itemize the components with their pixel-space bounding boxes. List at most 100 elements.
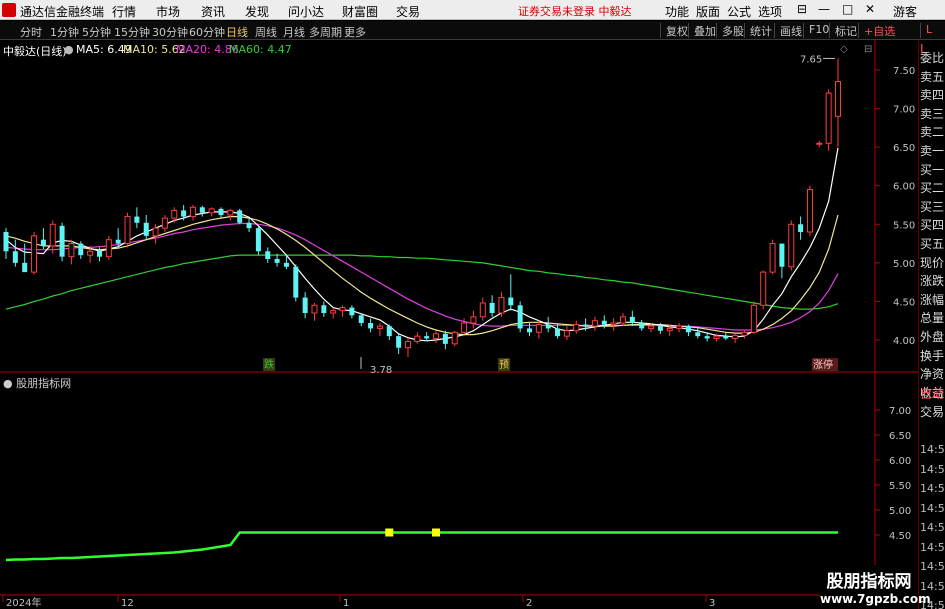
candle <box>124 212 131 248</box>
menu-item-function[interactable]: 功能 <box>665 3 689 20</box>
candle-body <box>255 228 261 252</box>
quote-row-bid-5: 买五 <box>920 237 945 251</box>
candle-body <box>12 251 18 263</box>
close-icon[interactable]: ✕ <box>865 2 875 16</box>
candle <box>134 207 140 229</box>
date-label: 2 <box>526 598 532 609</box>
candle <box>619 313 626 327</box>
price-tick-label: 5.00 <box>893 259 915 270</box>
menu-item-layout[interactable]: 版面 <box>696 3 720 20</box>
f10-button[interactable]: F10 <box>803 23 829 38</box>
candle <box>573 320 580 334</box>
indicator-tick-label: 6.50 <box>889 431 911 442</box>
menu-item-discover[interactable]: 发现 <box>245 3 269 20</box>
candle-body <box>189 206 196 218</box>
quote-row-bid-4: 买四 <box>920 218 945 233</box>
trade-login-warning[interactable]: 证券交易未登录 中毅达 <box>518 3 632 19</box>
low-price-label: 3.78 <box>370 365 392 376</box>
menu-item-quotes[interactable]: 行情 <box>112 3 136 20</box>
add-watchlist-button[interactable]: +自选 <box>858 23 895 38</box>
restore-icon[interactable]: ⊟ <box>797 2 807 16</box>
minimize-icon[interactable]: — <box>818 2 830 16</box>
guest-login[interactable]: 游客 <box>893 3 917 20</box>
candle <box>451 330 458 347</box>
candle <box>208 207 215 217</box>
ma-toggle-icon[interactable]: ● <box>64 43 74 56</box>
tick-time: 14:56 <box>920 482 945 495</box>
candle-body <box>723 336 729 339</box>
candle-body <box>619 316 626 324</box>
menu-item-options[interactable]: 选项 <box>758 3 782 20</box>
tab-period-15min[interactable]: 15分钟 <box>114 24 150 40</box>
candle-body <box>601 320 607 325</box>
tab-period-multi[interactable]: 多周期 <box>309 24 342 40</box>
candle <box>498 292 505 317</box>
menu-item-ask[interactable]: 问小达 <box>288 3 324 20</box>
tab-period-1min[interactable]: 1分钟 <box>50 24 79 40</box>
menu-item-trade[interactable]: 交易 <box>396 3 420 20</box>
candle <box>31 232 38 275</box>
candle <box>189 205 196 221</box>
candle-body <box>321 305 327 313</box>
tab-period-weekly[interactable]: 周线 <box>255 24 277 40</box>
candle <box>508 274 514 311</box>
tab-period-monthly[interactable]: 月线 <box>283 24 305 40</box>
menu-item-market[interactable]: 市场 <box>156 3 180 20</box>
quote-row-bid-ratio: 委比 <box>920 51 945 65</box>
quote-row-ask-5: 卖五 <box>920 69 945 84</box>
candle-body <box>760 271 767 306</box>
adjust-button[interactable]: 复权 <box>660 23 688 38</box>
price-tick-label: 6.50 <box>893 143 915 154</box>
candle-body <box>227 209 234 216</box>
tab-period-intraday[interactable]: 分时 <box>20 24 42 40</box>
quote-row-bid-1: 买一 <box>920 162 945 177</box>
kline-chart[interactable]: 7.50 7.00 6.50 6.00 5.50 5.00 4.50 4.00 7.00 6.5… <box>0 40 918 609</box>
candle-body <box>527 328 533 333</box>
menu-item-wealth[interactable]: 财富圈 <box>342 3 378 20</box>
ma60-label: MA60: 4.47 <box>229 43 292 56</box>
tick-time: 14:56 <box>920 579 945 593</box>
tab-period-60min[interactable]: 60分钟 <box>189 24 225 40</box>
candle <box>143 215 149 240</box>
chart-settings-icon[interactable]: ◇ <box>840 44 848 55</box>
candle-body <box>208 208 215 214</box>
watermark-url: www.7gpzb.com <box>820 592 931 606</box>
tab-period-5min[interactable]: 5分钟 <box>82 24 111 40</box>
candle <box>12 239 18 267</box>
candle <box>376 323 383 337</box>
candle-body <box>181 210 187 217</box>
tab-period-30min[interactable]: 30分钟 <box>152 24 188 40</box>
watermark-title: 股朋指标网 <box>826 572 912 592</box>
candle <box>255 225 261 256</box>
overlay-button[interactable]: 叠加 <box>688 23 716 38</box>
tab-period-more[interactable]: 更多 <box>344 24 366 40</box>
menu-item-formula[interactable]: 公式 <box>727 3 751 20</box>
candle-body <box>330 310 337 314</box>
candle <box>629 310 635 327</box>
indicator-tick-label: 5.00 <box>889 506 911 517</box>
draw-line-button[interactable]: 画线 <box>774 23 802 38</box>
candle-body <box>358 315 364 324</box>
candle <box>22 243 28 273</box>
multi-stock-button[interactable]: 多股 <box>716 23 744 38</box>
quote-row-change: 涨跌 <box>920 274 945 289</box>
statistics-button[interactable]: 统计 <box>744 23 772 38</box>
watermark-logo: 股朋指标网 www.7gpzb.com <box>820 565 931 609</box>
candle <box>49 220 56 254</box>
date-label: 12 <box>121 598 134 609</box>
candle <box>227 208 234 221</box>
candle-body <box>732 334 739 339</box>
tab-period-daily[interactable]: 日线 <box>226 24 248 40</box>
maximize-icon[interactable]: □ <box>842 2 853 16</box>
corner-label: L <box>920 23 932 38</box>
mark-button[interactable]: 标记 <box>829 23 857 38</box>
candle-body <box>451 331 458 345</box>
menu-item-news[interactable]: 资讯 <box>201 3 225 20</box>
candle <box>68 239 75 265</box>
candle <box>741 330 748 339</box>
chart-expand-icon[interactable]: ⊟ <box>864 44 872 55</box>
candle <box>237 208 243 225</box>
candle-body <box>685 326 691 333</box>
candle-body <box>657 326 663 331</box>
candle-body <box>40 239 46 246</box>
